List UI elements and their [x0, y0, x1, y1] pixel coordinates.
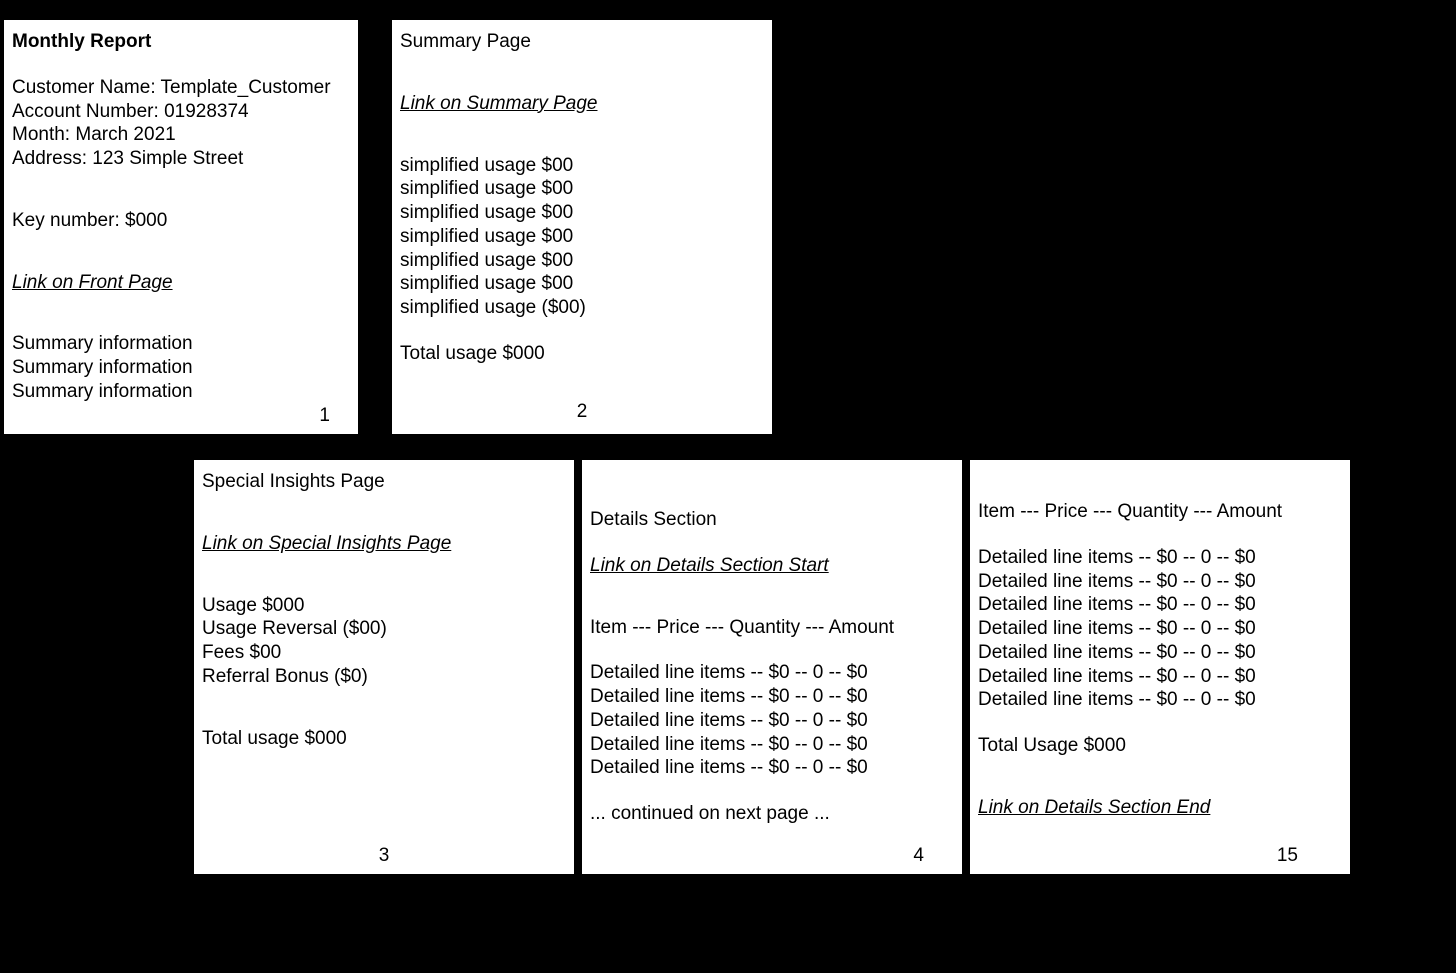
usage-line: simplified usage $00	[400, 177, 764, 201]
page-4-details-start: Details Section Link on Details Section …	[582, 460, 962, 874]
detail-row: Detailed line items -- $0 -- 0 -- $0	[978, 546, 1342, 570]
details-start-link[interactable]: Link on Details Section Start	[590, 554, 954, 578]
insight-line: Fees $00	[202, 641, 566, 665]
report-title: Monthly Report	[12, 30, 350, 54]
summary-line: Summary information	[12, 332, 350, 356]
summary-line: Summary information	[12, 380, 350, 404]
total-usage: Total usage $000	[400, 342, 764, 366]
insight-line: Usage Reversal ($00)	[202, 617, 566, 641]
insight-line: Referral Bonus ($0)	[202, 665, 566, 689]
detail-row: Detailed line items -- $0 -- 0 -- $0	[978, 593, 1342, 617]
page-number: 3	[379, 844, 390, 868]
page-2-summary: Summary Page Link on Summary Page simpli…	[392, 20, 772, 434]
details-header: Item --- Price --- Quantity --- Amount	[590, 616, 954, 640]
page-number: 2	[577, 400, 588, 424]
detail-row: Detailed line items -- $0 -- 0 -- $0	[590, 733, 954, 757]
page-number: 15	[1277, 844, 1298, 868]
page-number: 4	[913, 844, 924, 868]
usage-line: simplified usage $00	[400, 272, 764, 296]
details-end-link[interactable]: Link on Details Section End	[978, 796, 1342, 820]
key-number: Key number: $000	[12, 209, 350, 233]
detail-row: Detailed line items -- $0 -- 0 -- $0	[978, 665, 1342, 689]
detail-row: Detailed line items -- $0 -- 0 -- $0	[978, 570, 1342, 594]
usage-line: simplified usage $00	[400, 201, 764, 225]
insight-line: Usage $000	[202, 594, 566, 618]
insights-page-link[interactable]: Link on Special Insights Page	[202, 532, 566, 556]
usage-line: simplified usage ($00)	[400, 296, 764, 320]
summary-page-link[interactable]: Link on Summary Page	[400, 92, 764, 116]
continued-label: ... continued on next page ...	[590, 802, 954, 826]
front-page-link[interactable]: Link on Front Page	[12, 271, 350, 295]
account-number: Account Number: 01928374	[12, 100, 350, 124]
page-15-details-end: Item --- Price --- Quantity --- Amount D…	[970, 460, 1350, 874]
page-3-insights: Special Insights Page Link on Special In…	[194, 460, 574, 874]
address: Address: 123 Simple Street	[12, 147, 350, 171]
detail-row: Detailed line items -- $0 -- 0 -- $0	[978, 617, 1342, 641]
detail-row: Detailed line items -- $0 -- 0 -- $0	[978, 688, 1342, 712]
month: Month: March 2021	[12, 123, 350, 147]
total-usage: Total Usage $000	[978, 734, 1342, 758]
usage-line: simplified usage $00	[400, 225, 764, 249]
page-title: Special Insights Page	[202, 470, 566, 494]
detail-row: Detailed line items -- $0 -- 0 -- $0	[978, 641, 1342, 665]
detail-row: Detailed line items -- $0 -- 0 -- $0	[590, 756, 954, 780]
details-header: Item --- Price --- Quantity --- Amount	[978, 500, 1342, 524]
usage-line: simplified usage $00	[400, 249, 764, 273]
detail-row: Detailed line items -- $0 -- 0 -- $0	[590, 685, 954, 709]
page-1-front: Monthly Report Customer Name: Template_C…	[4, 20, 358, 434]
summary-line: Summary information	[12, 356, 350, 380]
detail-row: Detailed line items -- $0 -- 0 -- $0	[590, 661, 954, 685]
usage-line: simplified usage $00	[400, 154, 764, 178]
page-title: Details Section	[590, 508, 954, 532]
page-number: 1	[319, 404, 330, 428]
customer-name: Customer Name: Template_Customer	[12, 76, 350, 100]
total-usage: Total usage $000	[202, 727, 566, 751]
page-title: Summary Page	[400, 30, 764, 54]
detail-row: Detailed line items -- $0 -- 0 -- $0	[590, 709, 954, 733]
